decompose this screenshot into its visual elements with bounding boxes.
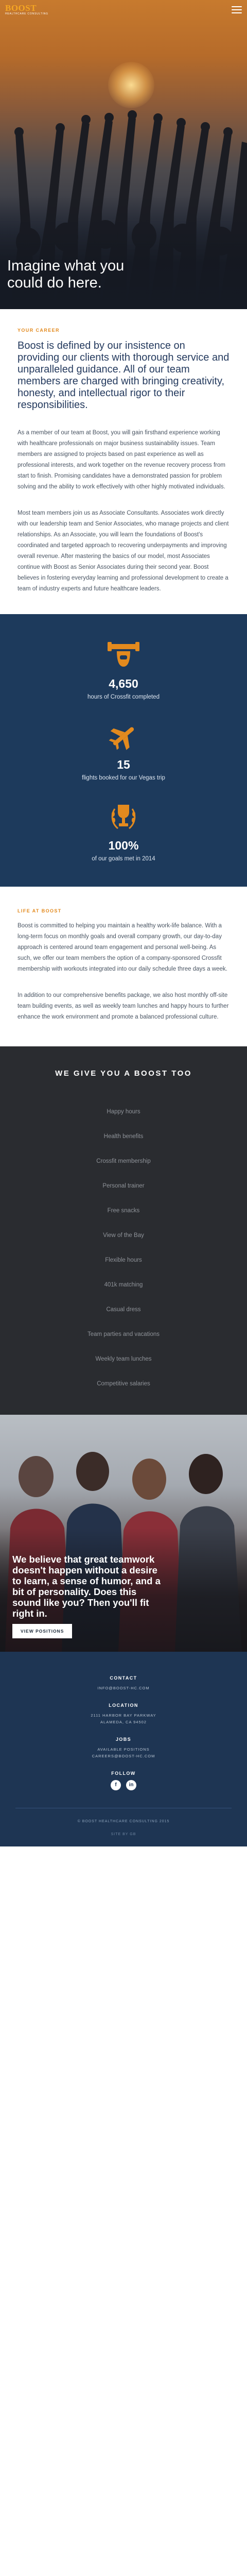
facebook-icon[interactable]: f bbox=[111, 1780, 121, 1790]
hero-title: Imagine what you could do here. bbox=[7, 258, 125, 291]
footer-location: LOCATION 2111 HARBOR BAY PARKWAY ALAMEDA… bbox=[0, 1703, 247, 1725]
stats-section: 4,650 hours of Crossfit completed 15 fli… bbox=[0, 614, 247, 887]
team-quote: We believe that great teamwork doesn't h… bbox=[12, 1554, 161, 1619]
benefit-item: Competitive salaries bbox=[97, 1381, 150, 1387]
career-section: YOUR CAREER Boost is defined by our insi… bbox=[0, 309, 247, 614]
career-eyebrow: YOUR CAREER bbox=[17, 328, 60, 333]
benefit-item: Weekly team lunches bbox=[95, 1356, 152, 1362]
benefit-item: Crossfit membership bbox=[96, 1158, 151, 1164]
benefit-item: Flexible hours bbox=[105, 1257, 142, 1263]
life-paragraph: Boost is committed to helping you mainta… bbox=[17, 923, 227, 972]
footer-jobs-heading: JOBS bbox=[115, 1737, 132, 1742]
linkedin-icon[interactable]: in bbox=[126, 1780, 136, 1790]
site-credit-link[interactable]: SITE BY GB bbox=[0, 1833, 247, 1836]
careers-email-link[interactable]: CAREERS@BOOST-HC.COM bbox=[0, 1753, 247, 1759]
stat-value: 100% bbox=[108, 839, 139, 852]
team-cta-section: We believe that great teamwork doesn't h… bbox=[0, 1415, 247, 1652]
life-paragraph: In addition to our comprehensive benefit… bbox=[17, 992, 229, 1020]
footer-follow: FOLLOW f in bbox=[0, 1771, 247, 1790]
linkedin-glyph: in bbox=[129, 1782, 134, 1788]
life-eyebrow: LIFE AT BOOST bbox=[17, 908, 62, 913]
benefit-item: 401k matching bbox=[104, 1282, 143, 1288]
trophy-icon bbox=[111, 805, 136, 829]
benefit-item: View of the Bay bbox=[103, 1232, 144, 1239]
benefits-list: Happy hours Health benefits Crossfit mem… bbox=[0, 1099, 247, 1396]
stat-label: of our goals met in 2014 bbox=[92, 856, 155, 862]
benefit-item: Happy hours bbox=[107, 1109, 140, 1115]
stat-label: hours of Crossfit completed bbox=[87, 694, 160, 700]
stat-value: 15 bbox=[117, 758, 130, 771]
benefit-item: Health benefits bbox=[103, 1133, 144, 1140]
footer-contact-heading: CONTACT bbox=[110, 1675, 137, 1681]
stat-value: 4,650 bbox=[109, 677, 138, 690]
hero-banner: Imagine what you could do here. bbox=[0, 0, 247, 309]
airplane-icon bbox=[109, 727, 134, 750]
hamburger-icon[interactable] bbox=[232, 6, 242, 13]
footer-location-heading: LOCATION bbox=[109, 1703, 138, 1708]
career-lead: Boost is defined by our insistence on pr… bbox=[17, 340, 230, 411]
boost-logo[interactable]: BOOST HEALTHCARE CONSULTING bbox=[5, 4, 48, 15]
career-paragraph: Most team members join us as Associate C… bbox=[17, 510, 229, 592]
logo-tagline: HEALTHCARE CONSULTING bbox=[5, 12, 48, 15]
site-footer: CONTACT INFO@BOOST-HC.COM LOCATION 2111 … bbox=[0, 1652, 247, 1846]
stat-crossfit: 4,650 hours of Crossfit completed bbox=[0, 640, 247, 700]
stat-flights: 15 flights booked for our Vegas trip bbox=[0, 721, 247, 781]
contact-email-link[interactable]: INFO@BOOST-HC.COM bbox=[0, 1685, 247, 1691]
footer-contact: CONTACT INFO@BOOST-HC.COM bbox=[0, 1675, 247, 1691]
site-header: BOOST HEALTHCARE CONSULTING bbox=[0, 0, 247, 20]
life-section: LIFE AT BOOST Boost is committed to help… bbox=[0, 887, 247, 1046]
benefit-item: Personal trainer bbox=[102, 1183, 145, 1189]
view-positions-button[interactable]: VIEW POSITIONS bbox=[12, 1624, 73, 1638]
stat-label: flights booked for our Vegas trip bbox=[82, 775, 165, 781]
address-line: ALAMEDA, CA 94502 bbox=[100, 1720, 147, 1724]
hero-shade bbox=[0, 196, 247, 309]
benefit-item: Team parties and vacations bbox=[87, 1331, 160, 1337]
footer-follow-heading: FOLLOW bbox=[111, 1771, 136, 1776]
copyright-text: © BOOST HEALTHCARE CONSULTING 2015 bbox=[77, 1820, 170, 1823]
benefits-title: WE GIVE YOU A BOOST TOO bbox=[55, 1069, 192, 1078]
dumbbell-icon bbox=[108, 642, 139, 667]
benefits-section: WE GIVE YOU A BOOST TOO Happy hours Heal… bbox=[0, 1046, 247, 1415]
available-positions-link[interactable]: AVAILABLE POSITIONS bbox=[0, 1746, 247, 1753]
address-line: 2111 HARBOR BAY PARKWAY bbox=[91, 1713, 156, 1718]
benefit-item: Free snacks bbox=[107, 1208, 140, 1214]
benefit-item: Casual dress bbox=[106, 1307, 141, 1313]
footer-jobs: JOBS AVAILABLE POSITIONS CAREERS@BOOST-H… bbox=[0, 1737, 247, 1759]
facebook-glyph: f bbox=[115, 1782, 117, 1788]
social-links: f in bbox=[0, 1780, 247, 1790]
logo-wordmark: BOOST bbox=[5, 3, 37, 13]
career-paragraph: As a member of our team at Boost, you wi… bbox=[17, 430, 225, 490]
stat-goals: 100% of our goals met in 2014 bbox=[0, 802, 247, 862]
